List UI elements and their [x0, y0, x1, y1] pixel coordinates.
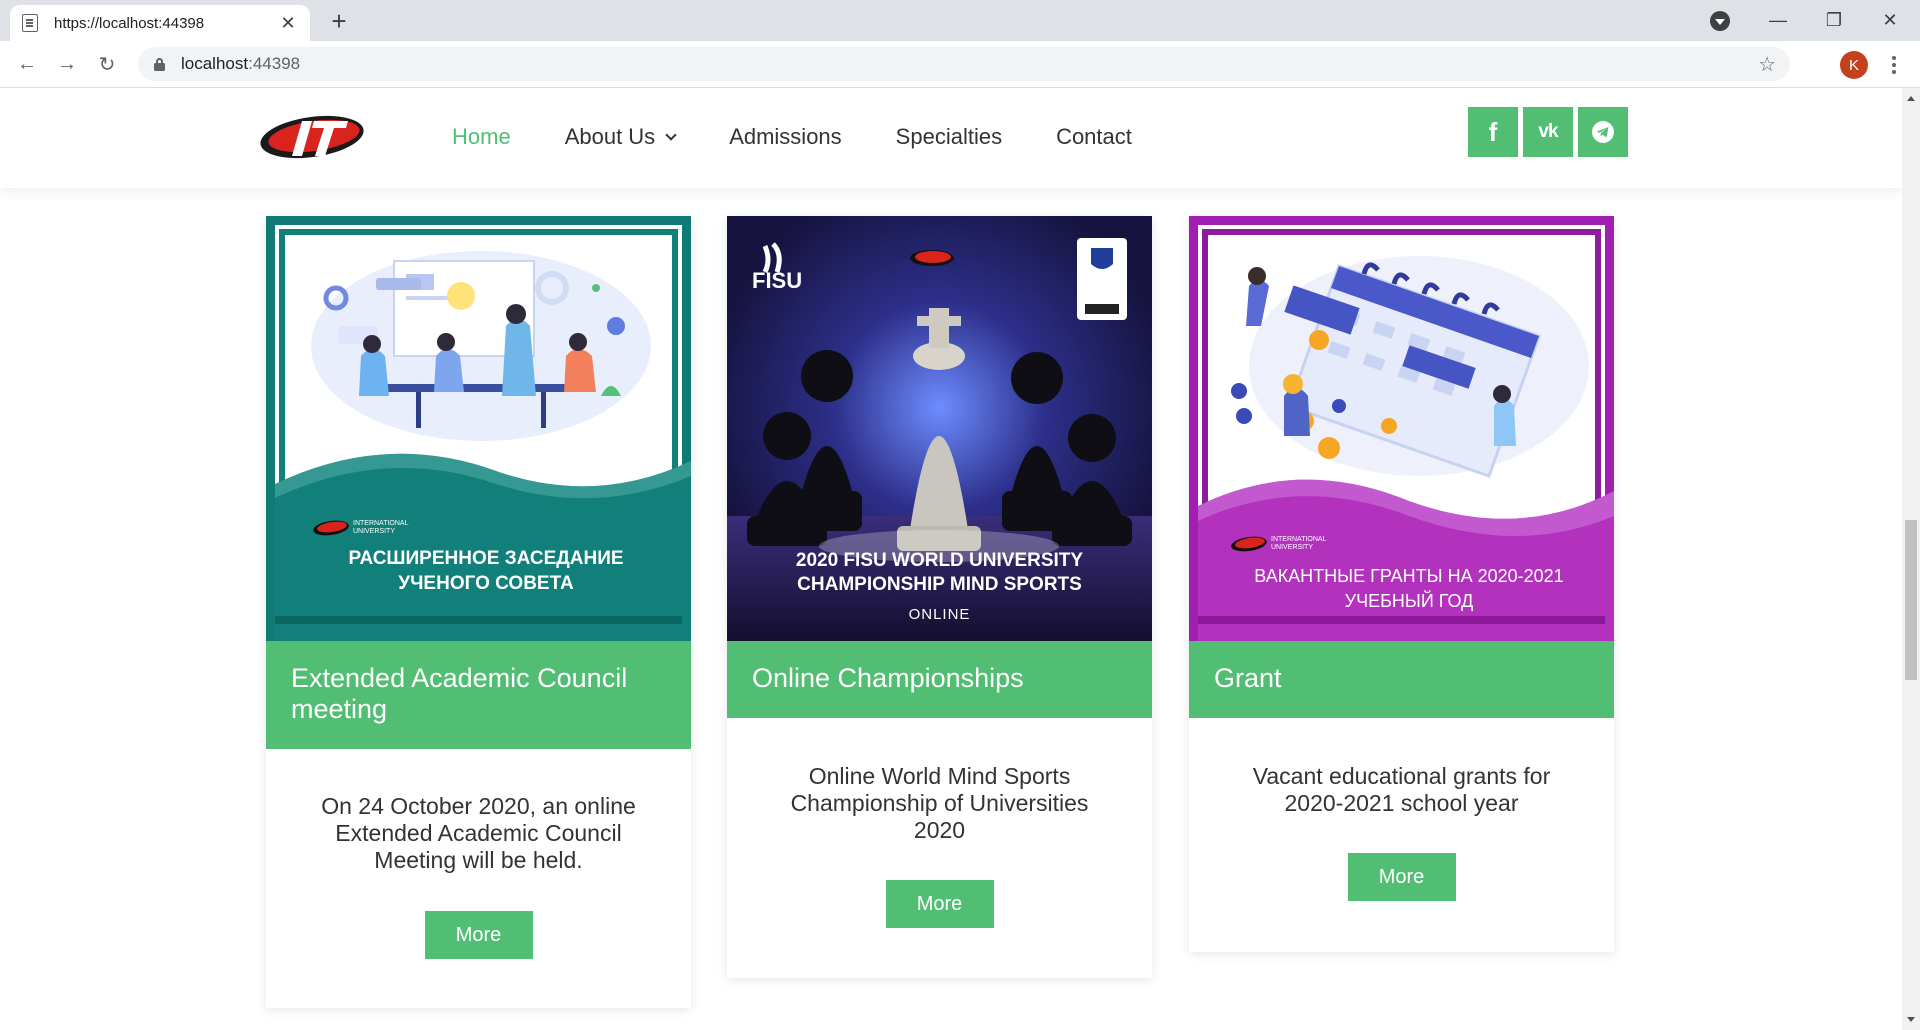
nav-about-us[interactable]: About Us [564, 124, 677, 150]
card-text: On 24 October 2020, an online Extended A… [321, 793, 636, 873]
lock-icon [154, 57, 165, 71]
main-navigation: Home About Us Admissions Specialties Con… [452, 124, 1186, 150]
news-card: INTERNATIONAL UNIVERSITY РАСШИРЕННОЕ ЗАС… [266, 216, 691, 1008]
url-text: localhost:44398 [181, 54, 301, 73]
reload-icon[interactable]: ↻ [92, 49, 122, 79]
address-bar[interactable]: localhost:44398 ☆ [138, 47, 1790, 81]
card-title[interactable]: Extended Academic Council meeting [266, 641, 691, 749]
minimize-icon[interactable]: — [1750, 0, 1806, 41]
card-title[interactable]: Online Championships [727, 641, 1152, 718]
new-tab-button[interactable]: + [324, 7, 354, 35]
site-header: Home About Us Admissions Specialties Con… [0, 88, 1902, 188]
forward-icon[interactable]: → [52, 49, 82, 79]
image-caption: ВАКАНТНЫЕ ГРАНТЫ НА 2020-2021 УЧЕБНЫЙ ГО… [1254, 566, 1564, 611]
image-caption: РАСШИРЕННОЕ ЗАСЕДАНИЕ УЧЕНОГО СОВЕТА [348, 548, 624, 594]
more-button[interactable]: More [1347, 853, 1456, 901]
more-button[interactable]: More [424, 911, 533, 959]
page-icon [22, 14, 38, 32]
card-text: Vacant educational grants for 2020-2021 … [1252, 763, 1551, 816]
news-card: INTERNATIONAL UNIVERSITY ВАКАНТНЫЕ ГРАНТ… [1189, 216, 1614, 952]
scroll-thumb[interactable] [1905, 520, 1917, 680]
image-badge-line1: INTERNATIONAL [1271, 536, 1327, 543]
nav-admissions[interactable]: Admissions [729, 124, 841, 150]
close-icon[interactable]: ✕ [278, 13, 298, 34]
scroll-down-icon[interactable] [1907, 1017, 1915, 1022]
bookmark-star-icon[interactable]: ☆ [1758, 52, 1776, 77]
window-close-icon[interactable]: ✕ [1862, 0, 1918, 41]
scroll-up-icon[interactable] [1907, 96, 1915, 101]
card-text: Online World Mind Sports Championship of… [790, 763, 1089, 843]
image-badge-line1: INTERNATIONAL [353, 520, 409, 527]
tab-title: https://localhost:44398 [54, 14, 205, 32]
back-icon[interactable]: ← [12, 49, 42, 79]
vk-icon[interactable]: vk [1523, 107, 1573, 157]
card-title[interactable]: Grant [1189, 641, 1614, 718]
browser-toolbar: ← → ↻ localhost:44398 ☆ K [0, 41, 1920, 88]
image-badge-line2: UNIVERSITY [353, 528, 395, 535]
page-scrollbar[interactable] [1902, 88, 1920, 1030]
card-image-championship[interactable]: FISU 2020 FISU WORLD UNIVERSITY CHAMPION… [727, 216, 1152, 641]
card-image-council[interactable]: INTERNATIONAL UNIVERSITY РАСШИРЕННОЕ ЗАС… [266, 216, 691, 641]
page-viewport: Home About Us Admissions Specialties Con… [0, 88, 1902, 1030]
more-button[interactable]: More [885, 880, 994, 928]
nav-contact[interactable]: Contact [1056, 124, 1132, 150]
browser-menu-icon[interactable] [1884, 51, 1904, 79]
image-caption: 2020 FISU WORLD UNIVERSITY CHAMPIONSHIP … [795, 550, 1084, 595]
browser-tab[interactable]: https://localhost:44398 ✕ [10, 5, 310, 41]
profile-avatar[interactable]: K [1840, 51, 1868, 79]
restore-icon[interactable]: ❐ [1806, 0, 1862, 41]
chevron-down-icon [665, 128, 677, 141]
university-logo[interactable] [258, 112, 370, 164]
nav-home[interactable]: Home [452, 124, 511, 150]
telegram-icon[interactable] [1578, 107, 1628, 157]
card-image-grant[interactable]: INTERNATIONAL UNIVERSITY ВАКАНТНЫЕ ГРАНТ… [1189, 216, 1614, 641]
image-subcaption: ONLINE [908, 606, 971, 623]
nav-about-label: About Us [564, 124, 656, 149]
nav-specialties[interactable]: Specialties [896, 124, 1002, 150]
image-badge-line2: UNIVERSITY [1271, 544, 1313, 551]
browser-tabstrip: https://localhost:44398 ✕ + — ❐ ✕ [0, 0, 1920, 41]
facebook-icon[interactable]: f [1468, 107, 1518, 157]
news-card: FISU 2020 FISU WORLD UNIVERSITY CHAMPION… [727, 216, 1152, 978]
tab-search-icon[interactable] [1710, 11, 1730, 31]
